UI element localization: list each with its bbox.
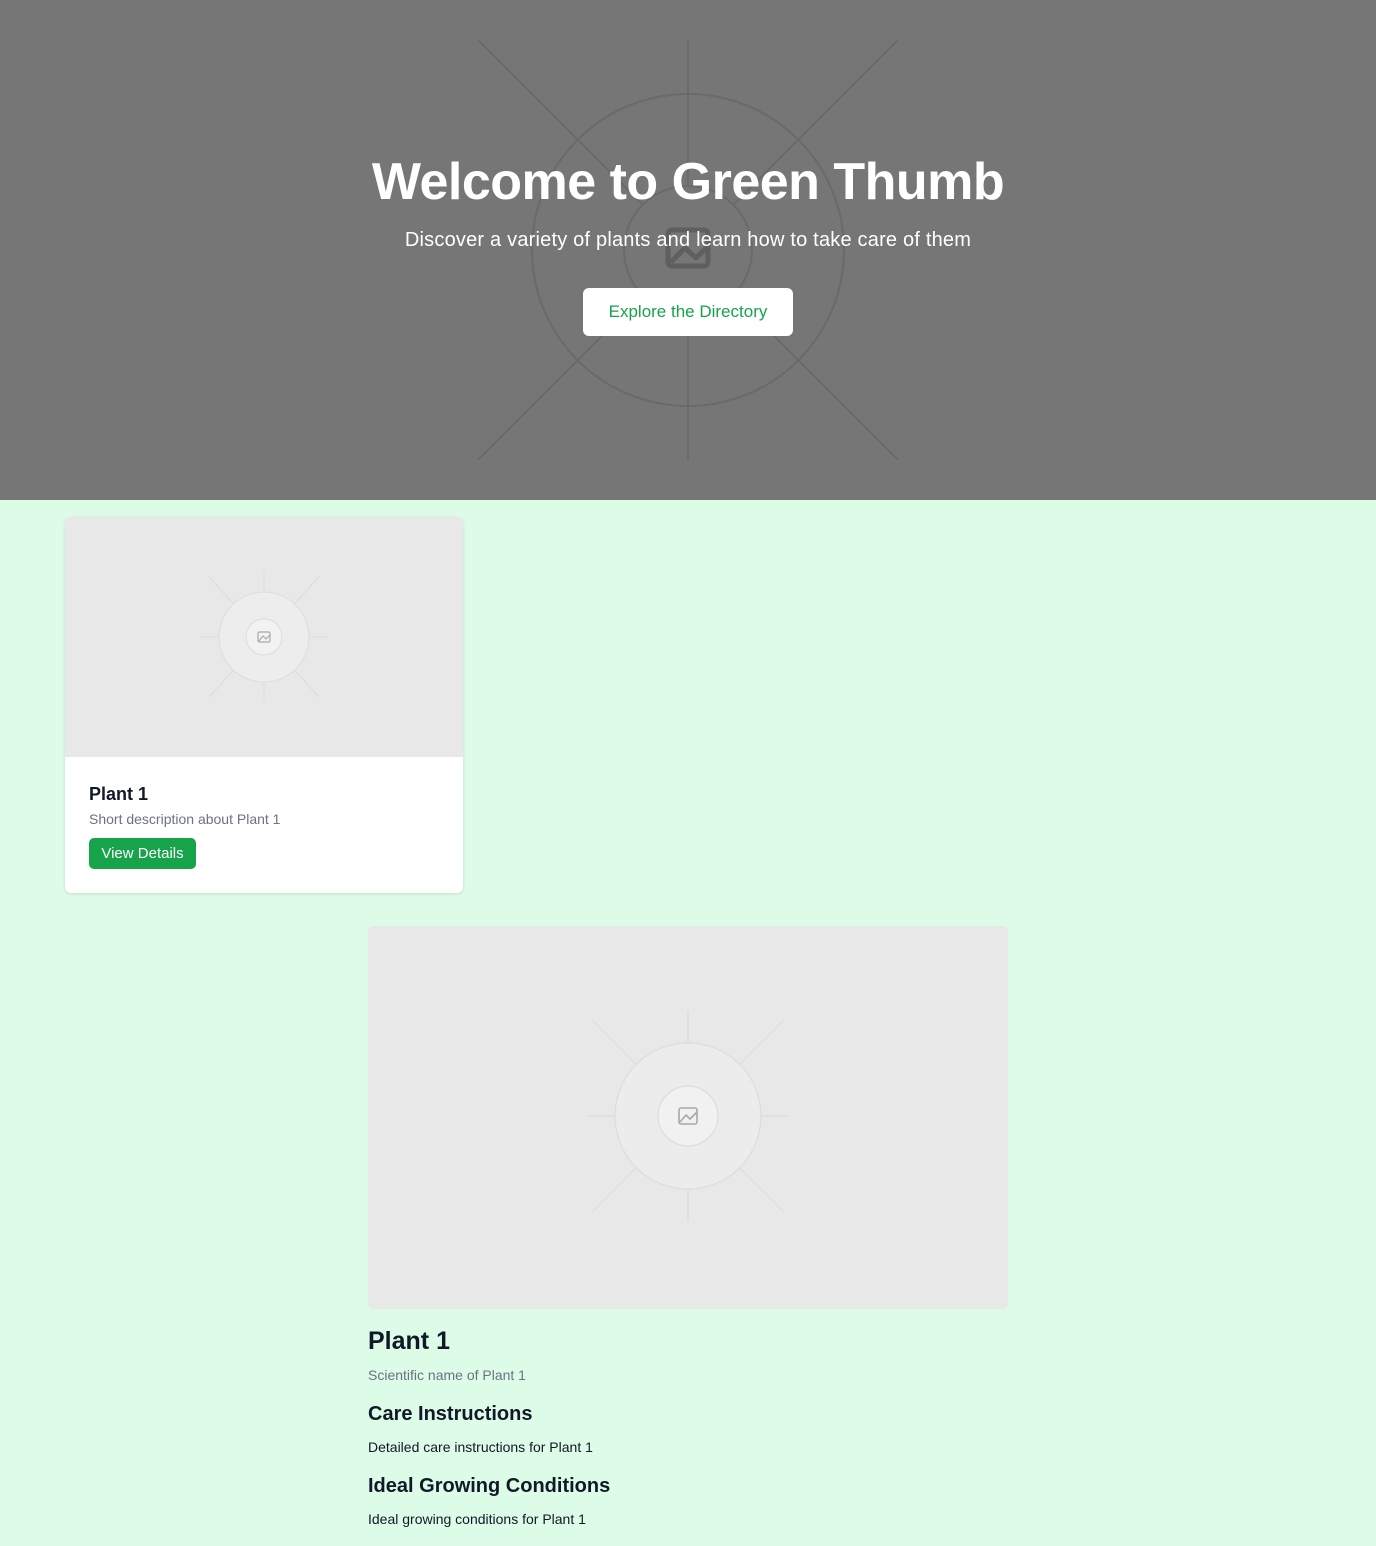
view-details-button[interactable]: View Details [89, 838, 196, 869]
plant-card: Plant 1 Short description about Plant 1 … [65, 517, 463, 893]
plant-scientific-name: Scientific name of Plant 1 [368, 1367, 526, 1383]
plant-card-description: Short description about Plant 1 [89, 811, 281, 827]
hero-section: Welcome to Green Thumb Discover a variet… [0, 0, 1376, 500]
hero-subtitle: Discover a variety of plants and learn h… [404, 229, 972, 251]
growing-conditions-text: Ideal growing conditions for Plant 1 [368, 1511, 586, 1527]
care-instructions-heading: Care Instructions [368, 1403, 533, 1425]
plant-card-title: Plant 1 [89, 784, 149, 804]
growing-conditions-heading: Ideal Growing Conditions [368, 1475, 611, 1497]
detail-image-placeholder-icon [588, 1011, 788, 1221]
card-image-placeholder-icon [199, 572, 329, 702]
hero-title: Welcome to Green Thumb [371, 153, 1005, 211]
plant-card-image [65, 517, 463, 757]
care-instructions-text: Detailed care instructions for Plant 1 [368, 1439, 593, 1455]
explore-directory-button[interactable]: Explore the Directory [583, 288, 793, 336]
plant-detail-image [368, 926, 1008, 1309]
plant-detail-title: Plant 1 [368, 1327, 450, 1355]
